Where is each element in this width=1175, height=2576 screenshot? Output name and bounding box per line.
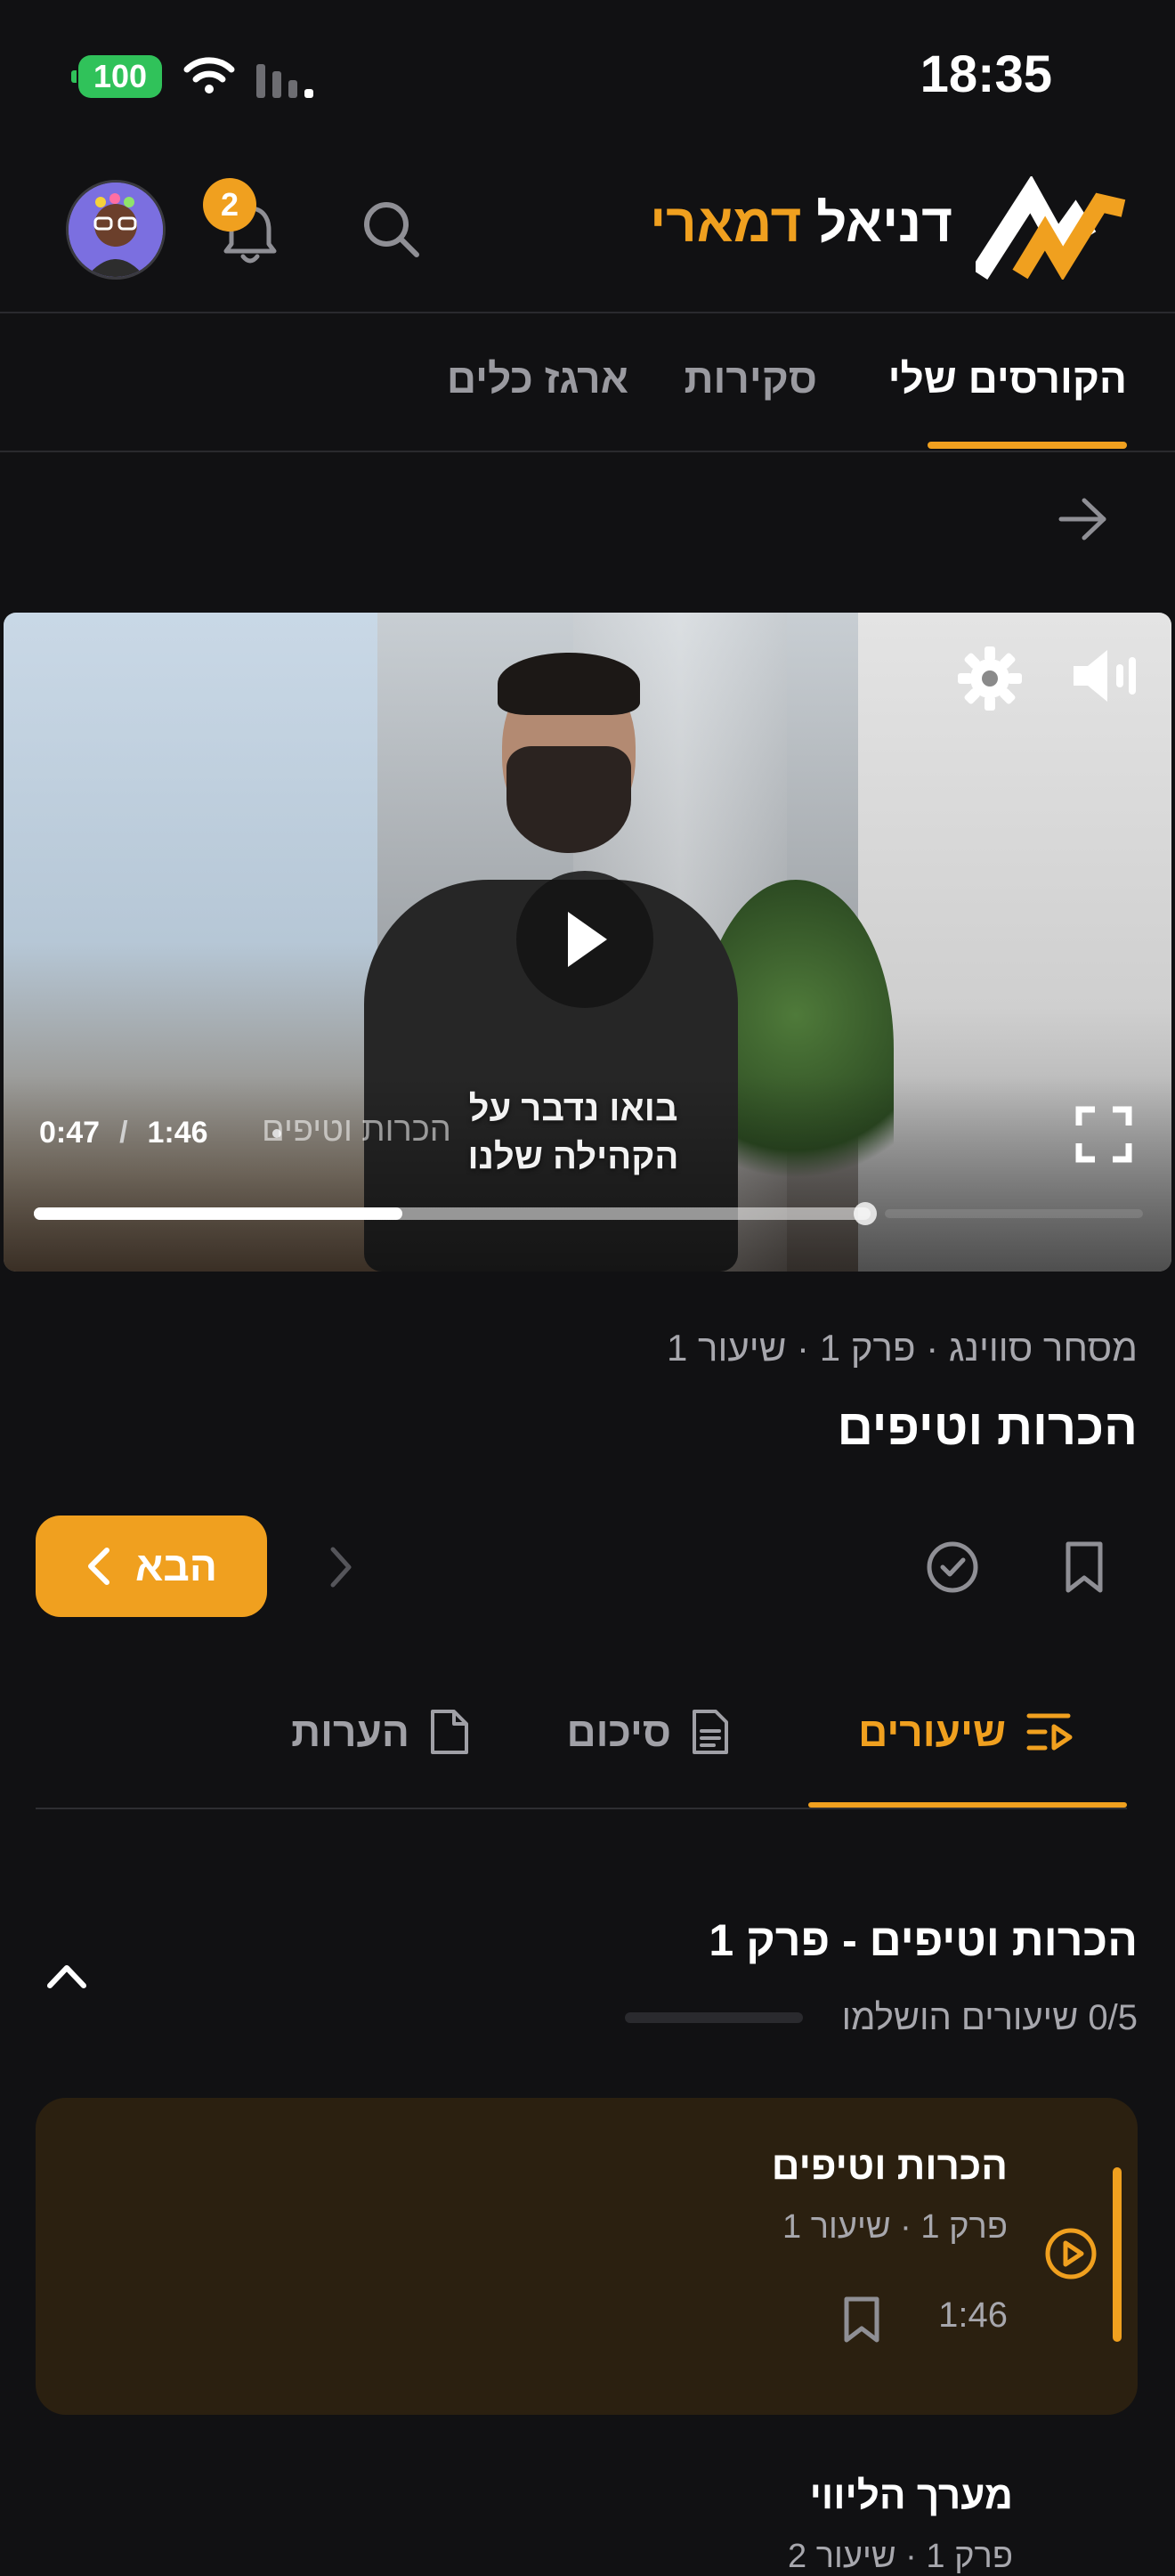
tab-summary[interactable]: סיכום bbox=[566, 1708, 730, 1756]
bookmark-icon[interactable] bbox=[1063, 1540, 1106, 1594]
play-icon bbox=[568, 912, 607, 967]
play-circle-icon bbox=[1045, 2228, 1097, 2279]
video-progress-fill bbox=[34, 1207, 402, 1220]
chapter-progress-bar bbox=[625, 2012, 803, 2023]
status-time: 18:35 bbox=[920, 45, 1052, 103]
video-buffer-track bbox=[885, 1209, 1143, 1218]
tab-notes-label: הערות bbox=[291, 1709, 409, 1755]
next-button-label: הבא bbox=[135, 1543, 217, 1589]
settings-gear-icon[interactable] bbox=[956, 645, 1024, 712]
video-caption-overlay: בואו נדבר על הקהילה שלנו bbox=[467, 1089, 679, 1176]
lesson-card-active[interactable]: הכרות וטיפים פרק 1 · שיעור 1 1:46 bbox=[36, 2098, 1138, 2415]
user-avatar[interactable] bbox=[66, 180, 166, 280]
tab-reviews[interactable]: סקירות bbox=[685, 354, 817, 402]
avatar-illustration bbox=[69, 183, 163, 277]
video-player[interactable]: בואו נדבר על הקהילה שלנו 0:47/1:46 הכרות… bbox=[4, 613, 1171, 1272]
collapse-chevron-icon[interactable] bbox=[45, 1961, 89, 1991]
playlist-icon bbox=[1026, 1713, 1073, 1751]
lesson-breadcrumb: מסחר סווינג · פרק 1 · שיעור 1 bbox=[666, 1327, 1138, 1369]
next-lesson-button[interactable]: הבא bbox=[36, 1516, 267, 1617]
video-progress-bar[interactable] bbox=[34, 1207, 871, 1220]
content-tabs: שיעורים סיכום הערות bbox=[36, 1674, 1127, 1809]
tab-lessons-label: שיעורים bbox=[858, 1709, 1006, 1755]
lesson-card-title: הכרות וטיפים bbox=[771, 2144, 1008, 2188]
tab-lessons[interactable]: שיעורים bbox=[858, 1708, 1074, 1756]
active-tab-indicator bbox=[928, 442, 1127, 449]
video-progress-handle[interactable] bbox=[854, 1202, 877, 1225]
lesson-item-title[interactable]: מערך הליווי bbox=[810, 2474, 1013, 2518]
video-presenter-beard bbox=[506, 746, 631, 853]
wifi-icon bbox=[183, 57, 235, 93]
fullscreen-icon[interactable] bbox=[1075, 1106, 1132, 1163]
notification-badge: 2 bbox=[203, 178, 256, 232]
volume-icon[interactable] bbox=[1068, 645, 1143, 707]
battery-indicator: 100 bbox=[71, 55, 162, 98]
search-icon[interactable] bbox=[360, 198, 422, 260]
video-presenter-hair bbox=[498, 653, 640, 715]
brand-first-name: דניאל bbox=[816, 193, 952, 253]
lesson-card-subtitle: פרק 1 · שיעור 1 bbox=[782, 2208, 1008, 2246]
brand-last-name: דמארי bbox=[650, 193, 802, 253]
lesson-card-duration: 1:46 bbox=[938, 2296, 1008, 2335]
tab-summary-label: סיכום bbox=[566, 1709, 671, 1755]
current-time: 0:47 bbox=[39, 1116, 101, 1150]
document-icon bbox=[693, 1710, 728, 1754]
back-arrow-icon[interactable] bbox=[1056, 495, 1111, 543]
cellular-signal-icon bbox=[256, 64, 313, 98]
content-tab-indicator bbox=[808, 1802, 1127, 1808]
lesson-bookmark-icon[interactable] bbox=[842, 2296, 881, 2344]
mark-complete-icon[interactable] bbox=[924, 1539, 981, 1596]
chevron-left-icon bbox=[88, 1548, 110, 1585]
brand-name: דניאל דמארי bbox=[650, 192, 952, 254]
tab-notes[interactable]: הערות bbox=[291, 1708, 470, 1756]
video-title-label: הכרות וטיפים bbox=[262, 1111, 451, 1149]
tab-my-courses[interactable]: הקורסים שלי bbox=[888, 354, 1127, 402]
total-duration: 1:46 bbox=[147, 1116, 208, 1150]
tab-toolbox[interactable]: ארגז כלים bbox=[447, 354, 628, 402]
previous-lesson-icon[interactable] bbox=[328, 1546, 354, 1589]
chapter-progress-text: 0/5 שיעורים הושלמו bbox=[841, 1998, 1138, 2037]
top-navigation-tabs: הקורסים שלי סקירות ארגז כלים bbox=[0, 313, 1175, 452]
lesson-title: הכרות וטיפים bbox=[837, 1399, 1138, 1455]
brand-logo[interactable] bbox=[976, 176, 1127, 280]
status-bar: 100 18:35 bbox=[0, 0, 1175, 151]
video-time-display: 0:47/1:46 bbox=[39, 1116, 208, 1150]
active-lesson-indicator bbox=[1113, 2167, 1122, 2342]
app-header: 2 דניאל דמארי bbox=[0, 151, 1175, 313]
lesson-item-subtitle: פרק 1 · שיעור 2 bbox=[788, 2538, 1013, 2575]
note-icon bbox=[431, 1710, 468, 1754]
play-button[interactable] bbox=[516, 871, 653, 1008]
chapter-title: הכרות וטיפים - פרק 1 bbox=[709, 1915, 1138, 1965]
